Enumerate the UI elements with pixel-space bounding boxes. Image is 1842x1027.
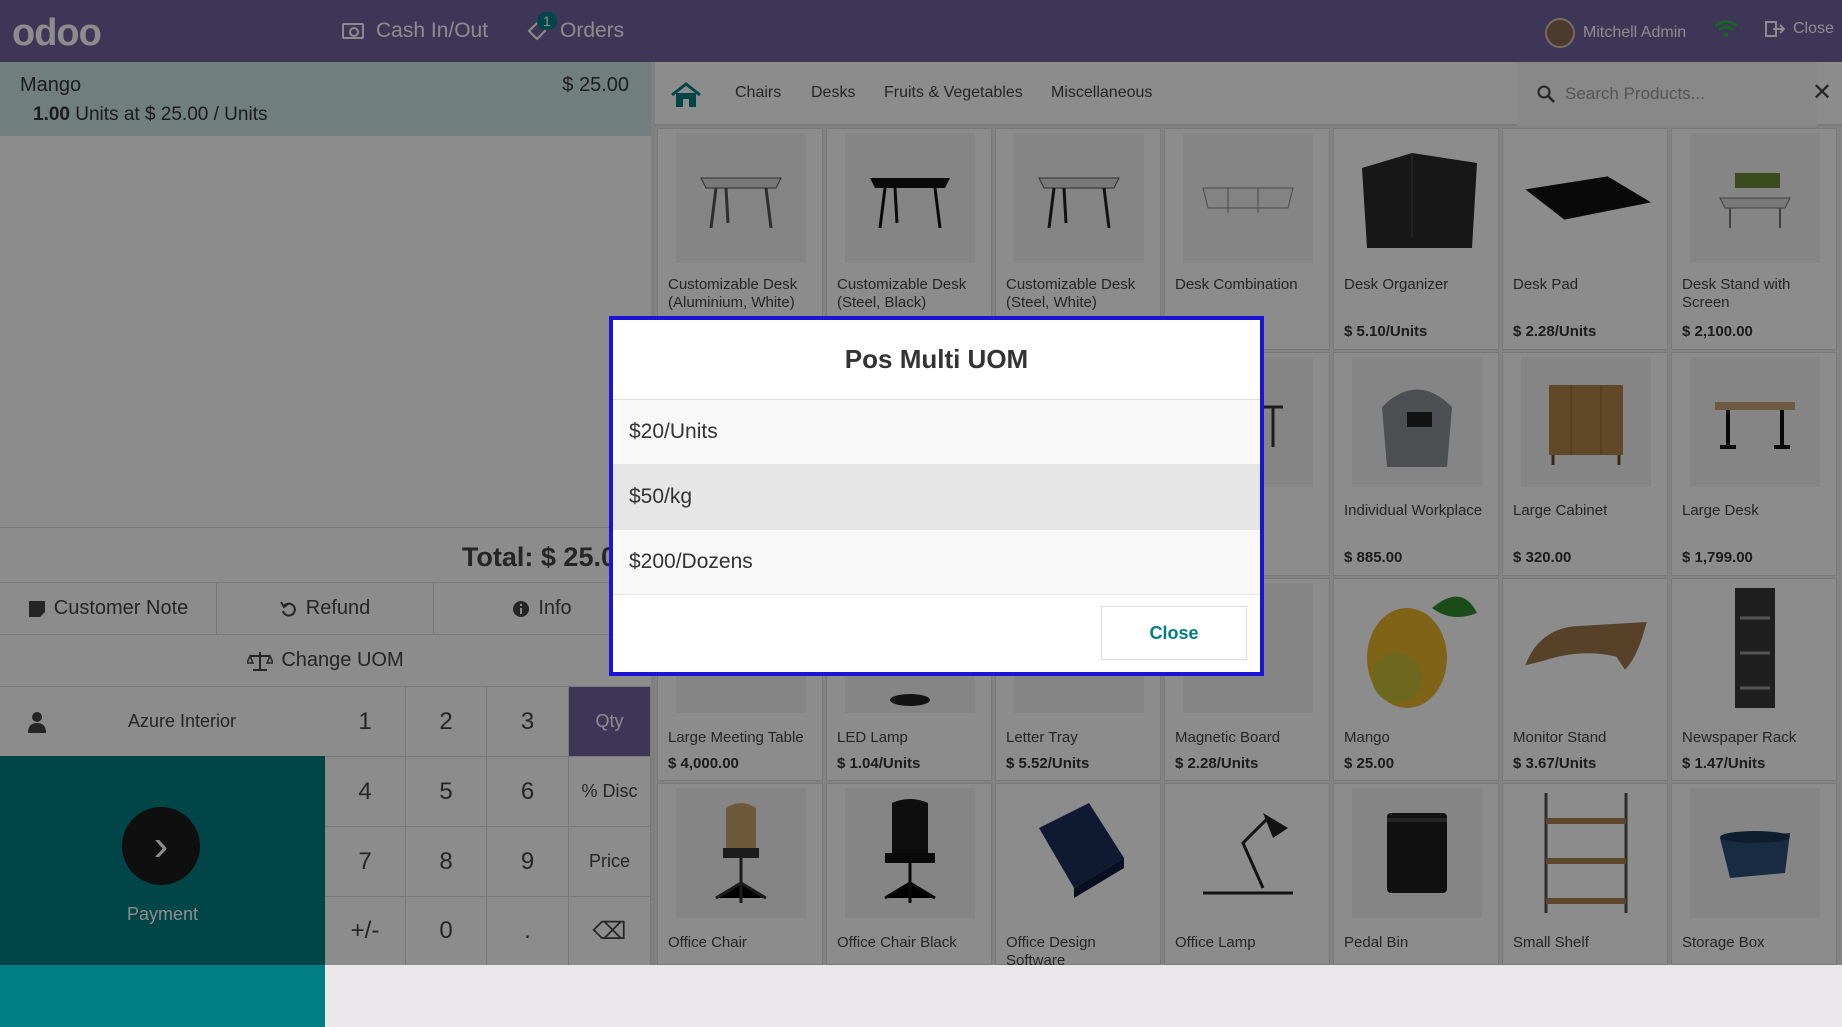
dialog-footer: Close xyxy=(613,596,1260,672)
uom-option[interactable]: $200/Dozens xyxy=(613,530,1260,595)
multi-uom-dialog: Pos Multi UOM $20/Units $50/kg $200/Doze… xyxy=(609,316,1264,676)
dialog-title: Pos Multi UOM xyxy=(613,320,1260,400)
uom-option[interactable]: $20/Units xyxy=(613,400,1260,465)
uom-option[interactable]: $50/kg xyxy=(613,465,1260,530)
dialog-close-button[interactable]: Close xyxy=(1101,606,1247,660)
